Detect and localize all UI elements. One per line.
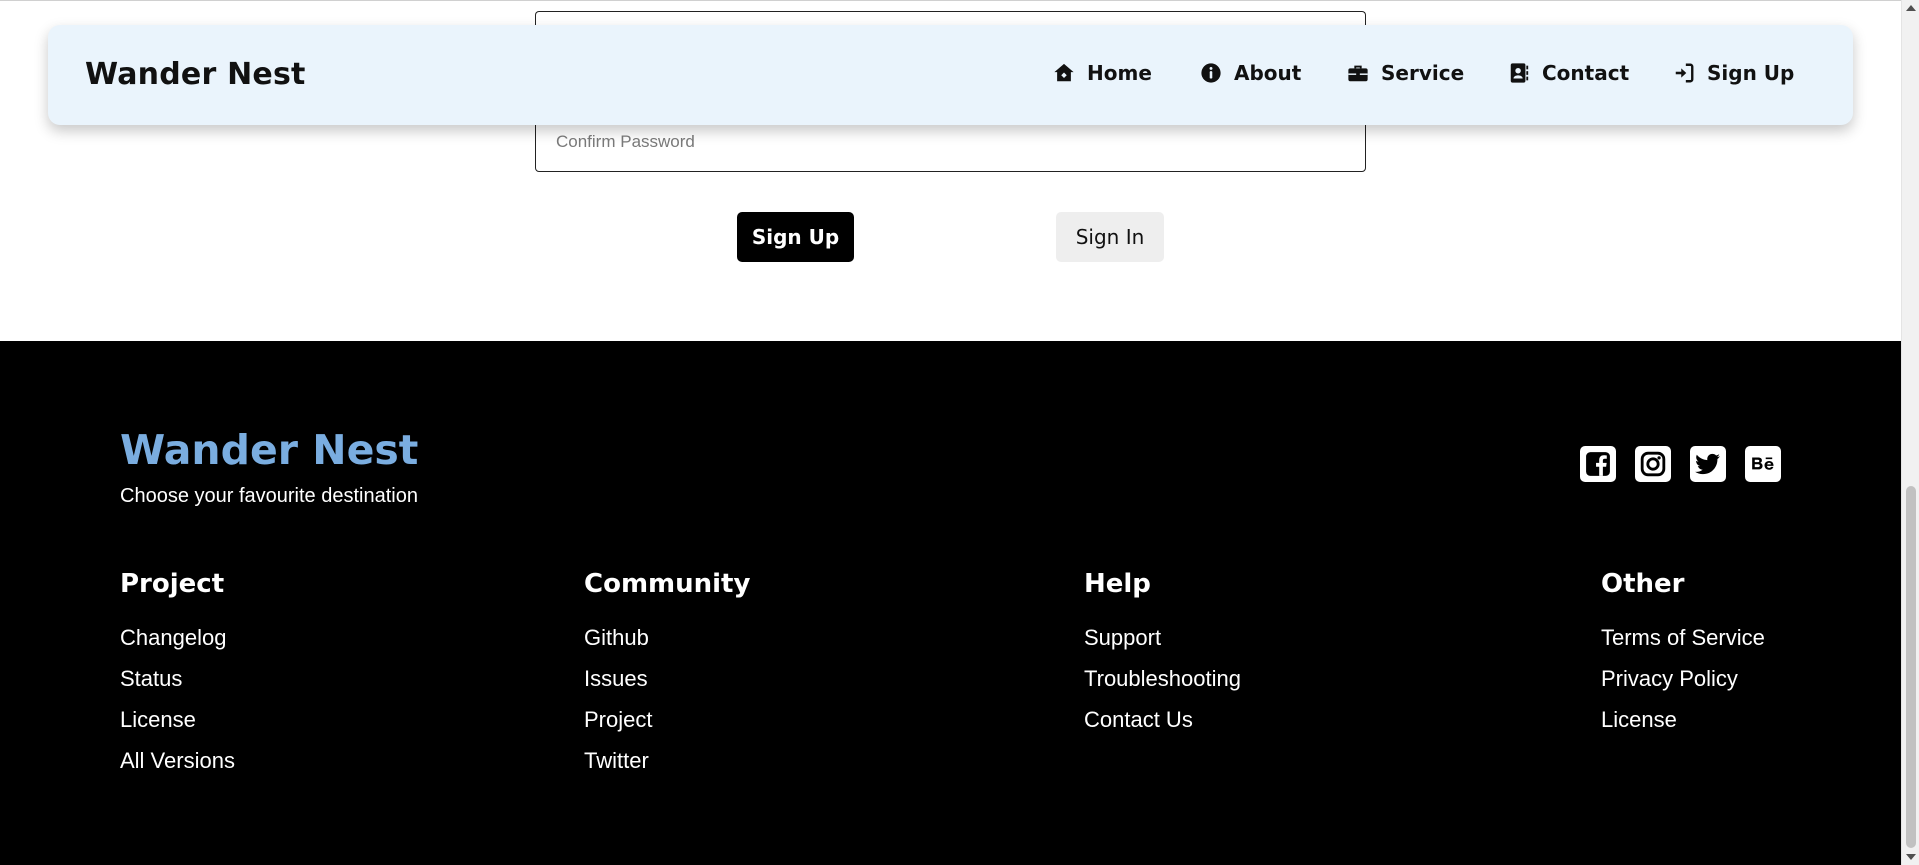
scroll-down-arrow-icon[interactable] <box>1906 854 1916 860</box>
nav-item-label: About <box>1234 61 1302 85</box>
nav-item-about[interactable]: About <box>1200 61 1301 85</box>
scroll-up-arrow-icon[interactable] <box>1906 5 1916 11</box>
footer-brand[interactable]: Wander Nest <box>120 426 418 474</box>
footer-link-issues[interactable]: Issues <box>584 658 750 699</box>
footer-tagline: Choose your favourite destination <box>120 485 418 507</box>
instagram-icon <box>1640 451 1666 477</box>
footer-column-other: Other Terms of Service Privacy Policy Li… <box>1601 569 1765 740</box>
twitter-link[interactable] <box>1690 446 1726 482</box>
instagram-link[interactable] <box>1635 446 1671 482</box>
nav-item-signup[interactable]: Sign Up <box>1673 61 1794 85</box>
footer-link-all-versions[interactable]: All Versions <box>120 740 235 781</box>
page: Confirm Password Sign Up Sign In Wander … <box>0 0 1901 865</box>
info-icon <box>1201 63 1221 83</box>
nav-item-contact[interactable]: Contact <box>1508 61 1629 85</box>
twitter-icon <box>1695 453 1720 475</box>
footer-column-title: Project <box>120 569 225 599</box>
behance-icon <box>1752 457 1774 470</box>
signup-submit-button[interactable]: Sign Up <box>737 212 854 262</box>
nav-item-label: Service <box>1381 61 1465 85</box>
home-icon <box>1054 63 1074 82</box>
footer-link-terms-of-service[interactable]: Terms of Service <box>1601 617 1765 658</box>
nav-item-label: Sign Up <box>1707 61 1795 85</box>
footer-column-help: Help Support Troubleshooting Contact Us <box>1084 569 1241 740</box>
footer-column-title: Help <box>1084 569 1151 599</box>
footer-link-project[interactable]: Project <box>584 699 750 740</box>
scrollbar-thumb[interactable] <box>1906 486 1916 848</box>
navbar: Wander Nest Home About Service Contact S… <box>48 25 1853 125</box>
nav-item-service[interactable]: Service <box>1347 61 1464 85</box>
navbar-brand[interactable]: Wander Nest <box>85 57 306 92</box>
contact-book-icon <box>1510 63 1529 83</box>
footer-link-status[interactable]: Status <box>120 658 235 699</box>
behance-link[interactable] <box>1745 446 1781 482</box>
facebook-link[interactable] <box>1580 446 1616 482</box>
footer-link-twitter[interactable]: Twitter <box>584 740 750 781</box>
footer-column-community: Community Github Issues Project Twitter <box>584 569 750 781</box>
footer-link-troubleshooting[interactable]: Troubleshooting <box>1084 658 1241 699</box>
briefcase-icon <box>1348 65 1368 82</box>
footer-column-title: Other <box>1601 569 1685 599</box>
footer-column-title: Community <box>584 569 751 599</box>
nav-item-label: Contact <box>1542 61 1630 85</box>
nav-item-label: Home <box>1087 61 1152 85</box>
footer-link-support[interactable]: Support <box>1084 617 1241 658</box>
footer-link-privacy-policy[interactable]: Privacy Policy <box>1601 658 1765 699</box>
footer-link-license[interactable]: License <box>1601 699 1765 740</box>
signin-button[interactable]: Sign In <box>1056 212 1164 262</box>
footer-column-project: Project Changelog Status License All Ver… <box>120 569 235 781</box>
confirm-password-placeholder: Confirm Password <box>556 132 695 151</box>
footer-link-changelog[interactable]: Changelog <box>120 617 235 658</box>
nav-item-home[interactable]: Home <box>1053 61 1152 85</box>
footer-link-license[interactable]: License <box>120 699 235 740</box>
footer-link-contact-us[interactable]: Contact Us <box>1084 699 1241 740</box>
footer: Wander Nest Choose your favourite destin… <box>0 341 1901 865</box>
footer-link-github[interactable]: Github <box>584 617 750 658</box>
page-scrollbar[interactable] <box>1901 0 1919 865</box>
sign-in-icon <box>1675 63 1694 83</box>
facebook-icon <box>1586 452 1610 476</box>
